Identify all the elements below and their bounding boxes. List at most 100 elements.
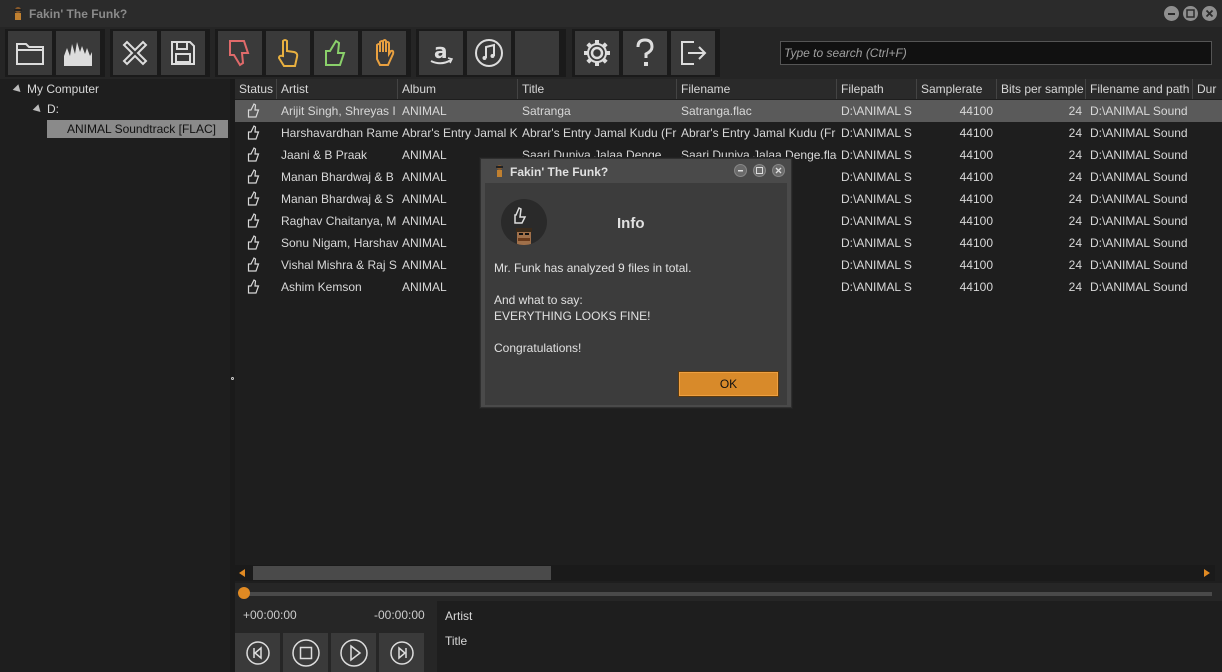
thumbs-up-icon	[247, 279, 260, 294]
status-cell	[247, 144, 261, 166]
thumbs-down-icon	[229, 40, 250, 67]
column-header[interactable]: Filename	[677, 79, 837, 99]
play-icon	[339, 638, 368, 667]
dialog-message-line: And what to say:	[494, 293, 583, 307]
help-button[interactable]	[623, 31, 667, 75]
folder-open-icon	[16, 43, 44, 65]
table-cell-fullpath: D:\ANIMAL Sound	[1090, 214, 1188, 228]
close-icon	[1205, 9, 1214, 18]
toolbar-group-edit	[110, 29, 210, 77]
tree-node-my-computer[interactable]: My Computer	[12, 80, 99, 98]
scrollbar-thumb[interactable]	[253, 566, 551, 580]
column-header[interactable]: Filepath	[837, 79, 917, 99]
previous-button[interactable]	[235, 633, 280, 672]
table-cell-artist: Arijit Singh, Shreyas I	[281, 104, 396, 118]
dialog-close-button[interactable]	[772, 164, 785, 177]
stop-hand-button[interactable]	[362, 31, 406, 75]
exit-icon	[681, 41, 707, 65]
thumbs-up-icon	[514, 206, 532, 245]
horizontal-scrollbar[interactable]	[235, 565, 1215, 581]
exit-button[interactable]	[671, 31, 715, 75]
title-bar: Fakin' The Funk?	[0, 0, 1222, 27]
table-cell-bits: 24	[1068, 192, 1082, 206]
scroll-right-icon[interactable]	[1203, 569, 1211, 577]
tree-node-label: D:	[47, 102, 59, 116]
table-cell-bits: 24	[1068, 280, 1082, 294]
expand-arrow-icon[interactable]	[12, 84, 24, 95]
stop-icon	[291, 638, 320, 667]
table-cell-artist: Sonu Nigam, Harshav	[281, 236, 398, 250]
help-icon	[636, 38, 654, 66]
open-folder-button[interactable]	[8, 31, 52, 75]
itunes-button[interactable]	[467, 31, 511, 75]
table-cell-artist: Manan Bhardwaj & S	[281, 192, 394, 206]
table-cell-artist: Harshavardhan Rame	[281, 126, 398, 140]
column-header[interactable]: Artist	[277, 79, 398, 99]
save-button[interactable]	[161, 31, 205, 75]
thumbs-up-button[interactable]	[314, 31, 358, 75]
dialog-minimize-button[interactable]	[734, 164, 747, 177]
close-button[interactable]	[1202, 6, 1217, 21]
toolbar-group-app	[572, 29, 720, 77]
table-cell-filename: Satranga.flac	[681, 104, 752, 118]
settings-button[interactable]	[575, 31, 619, 75]
column-header[interactable]: Bits per sample	[997, 79, 1086, 99]
thumbs-up-icon	[247, 103, 260, 118]
table-cell-artist: Jaani & B Praak	[281, 148, 368, 162]
search-input[interactable]: Type to search (Ctrl+F)	[780, 41, 1212, 65]
thumbs-down-button[interactable]	[218, 31, 262, 75]
stop-hand-icon	[376, 39, 395, 66]
play-button[interactable]	[331, 633, 376, 672]
seek-handle[interactable]	[238, 587, 250, 599]
pointing-hand-button[interactable]	[266, 31, 310, 75]
seek-bar[interactable]	[243, 592, 1212, 596]
info-dialog: Fakin' The Funk? Info Mr. Funk has analy…	[480, 158, 792, 408]
artist-label: Artist	[445, 609, 473, 623]
scroll-left-icon[interactable]	[238, 569, 246, 577]
minimize-button[interactable]	[1164, 6, 1179, 21]
empty-toolbar-button[interactable]	[515, 31, 559, 75]
clear-icon	[122, 40, 148, 66]
expand-arrow-icon[interactable]	[32, 104, 44, 115]
close-icon	[775, 167, 782, 174]
dialog-maximize-button[interactable]	[753, 164, 766, 177]
table-cell-bits: 24	[1068, 258, 1082, 272]
save-icon	[171, 41, 195, 65]
next-button[interactable]	[379, 633, 424, 672]
table-cell-fullpath: D:\ANIMAL Sound	[1090, 126, 1188, 140]
dialog-title-bar[interactable]: Fakin' The Funk?	[481, 159, 791, 183]
thumbs-up-icon	[247, 213, 260, 228]
table-cell-fullpath: D:\ANIMAL Sound	[1090, 148, 1188, 162]
thumbs-up-icon	[325, 39, 346, 66]
stop-button[interactable]	[283, 633, 328, 672]
table-row[interactable]: Harshavardhan Rame Abrar's Entry Jamal K A…	[235, 122, 1222, 144]
table-cell-bits: 24	[1068, 126, 1082, 140]
table-cell-album: Abrar's Entry Jamal K	[402, 126, 518, 140]
column-header[interactable]: Filename and path	[1086, 79, 1193, 99]
table-row[interactable]: Arijit Singh, Shreyas I ANIMAL Satranga Sat…	[235, 100, 1222, 122]
table-cell-artist: Raghav Chaitanya, M	[281, 214, 397, 228]
column-header[interactable]: Status	[235, 79, 277, 99]
tree-node-drive[interactable]: D:	[32, 100, 59, 118]
column-header[interactable]: Title	[518, 79, 677, 99]
spectrum-button[interactable]	[56, 31, 100, 75]
elapsed-time: +00:00:00	[243, 608, 297, 622]
table-cell-bits: 24	[1068, 104, 1082, 118]
table-cell-fullpath: D:\ANIMAL Sound	[1090, 104, 1188, 118]
amazon-button[interactable]: a	[419, 31, 463, 75]
title-label: Title	[445, 634, 468, 648]
column-header[interactable]: Dur	[1193, 79, 1222, 99]
table-cell-title: Satranga	[522, 104, 571, 118]
status-cell	[247, 254, 261, 276]
column-header[interactable]: Samplerate	[917, 79, 997, 99]
maximize-button[interactable]	[1183, 6, 1198, 21]
column-header[interactable]: Album	[398, 79, 518, 99]
splitter-handle[interactable]	[231, 377, 234, 380]
tree-node-folder[interactable]: ANIMAL Soundtrack [FLAC]	[47, 120, 228, 138]
table-cell-samplerate: 44100	[959, 258, 993, 272]
table-cell-filepath: D:\ANIMAL S	[841, 126, 912, 140]
ok-button[interactable]: OK	[678, 371, 779, 397]
clear-button[interactable]	[113, 31, 157, 75]
table-cell-samplerate: 44100	[959, 170, 993, 184]
remaining-time: -00:00:00	[374, 608, 425, 622]
